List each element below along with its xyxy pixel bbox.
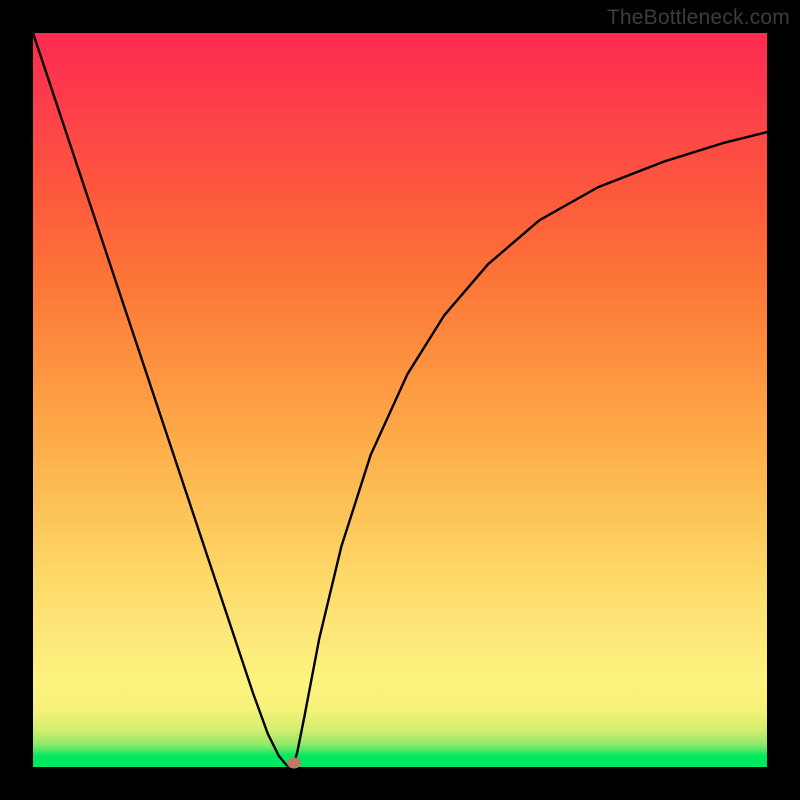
bottleneck-curve-path <box>33 33 767 767</box>
plot-area <box>33 33 767 767</box>
minimum-marker <box>287 757 301 768</box>
chart-frame: TheBottleneck.com <box>0 0 800 800</box>
watermark-text: TheBottleneck.com <box>607 6 790 30</box>
bottleneck-curve-svg <box>33 33 767 767</box>
